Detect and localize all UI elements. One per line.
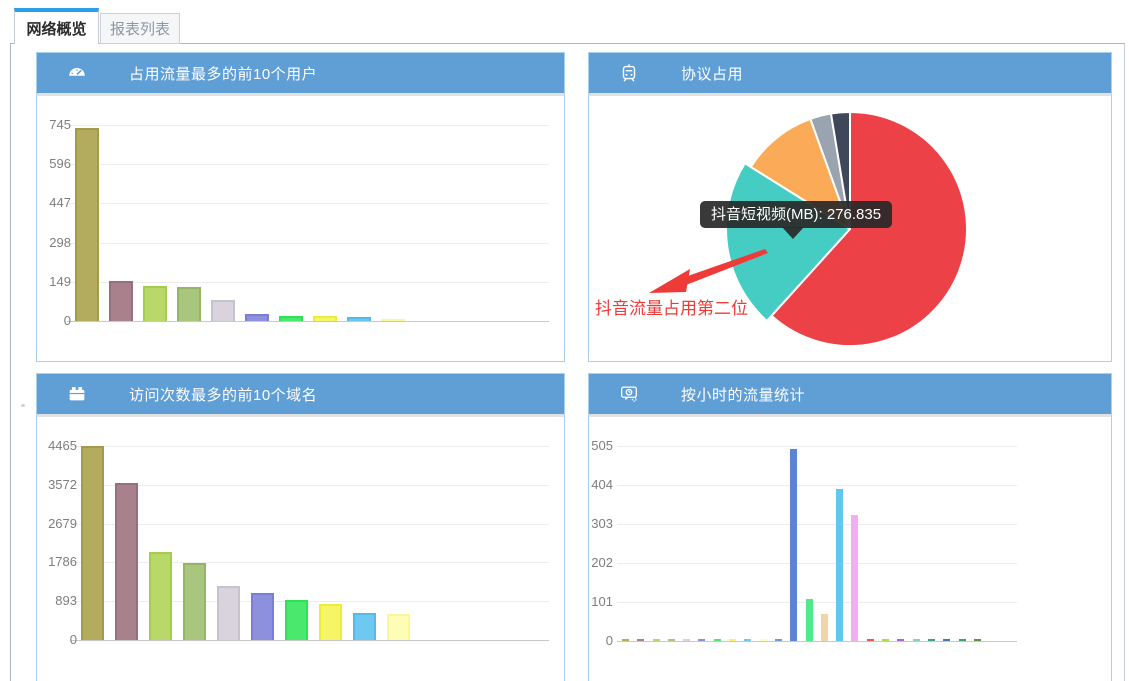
bar[interactable] <box>177 287 201 321</box>
y-axis-tick-label: 596 <box>37 156 71 172</box>
y-axis-tick-label: 0 <box>37 632 77 648</box>
panel-header: 按小时的流量统计 <box>589 374 1111 417</box>
bar[interactable] <box>75 128 99 321</box>
y-axis-tick-label: 447 <box>37 195 71 211</box>
panel-top-domains: 访问次数最多的前10个域名 0 893 1786 2679 3572 4465 <box>36 373 565 681</box>
panel-title: 占用流量最多的前10个用户 <box>129 63 317 84</box>
gridline <box>67 321 549 322</box>
pie-tooltip: 抖音短视频(MB): 276.835 <box>700 201 892 228</box>
bar[interactable] <box>217 586 240 640</box>
bar[interactable] <box>285 600 308 640</box>
y-axis-tick-label: 404 <box>589 477 613 493</box>
dashboard-page: 网络概览 报表列表 占用流量最多的前10个用户 0 149 298 447 596 745 <box>0 0 1129 681</box>
bar[interactable] <box>790 449 797 641</box>
panel-header: 占用流量最多的前10个用户 <box>37 53 564 96</box>
y-axis-tick-label: 303 <box>589 516 613 532</box>
y-axis-tick-label: 0 <box>37 313 71 329</box>
bar[interactable] <box>928 639 935 641</box>
bar[interactable] <box>109 281 133 321</box>
calendar-icon <box>65 382 89 406</box>
train-icon <box>617 61 641 85</box>
panel-protocol: 协议占用 抖音短视频(MB): 276.835 抖音流量占用第二位 <box>588 52 1112 362</box>
bars-group <box>75 125 405 321</box>
bars-group <box>622 446 981 641</box>
y-axis-tick-label: 3572 <box>37 477 77 493</box>
y-axis-tick-label: 0 <box>589 633 613 649</box>
y-axis-tick-label: 505 <box>589 438 613 454</box>
panel-hourly-traffic: 按小时的流量统计 0 101 202 303 404 505 <box>588 373 1112 681</box>
decoration-dot <box>21 404 25 407</box>
panel-title: 协议占用 <box>681 63 743 84</box>
bar[interactable] <box>637 639 644 641</box>
panel-header: 协议占用 <box>589 53 1111 96</box>
bar[interactable] <box>943 639 950 641</box>
bar[interactable] <box>959 639 966 641</box>
bar[interactable] <box>714 639 721 641</box>
protocol-pie-chart[interactable] <box>589 96 1111 361</box>
top-domains-bar-chart[interactable]: 0 893 1786 2679 3572 4465 <box>37 417 564 681</box>
bar[interactable] <box>760 639 767 641</box>
bar[interactable] <box>81 446 104 640</box>
bar[interactable] <box>821 614 828 641</box>
top-users-bar-chart[interactable]: 0 149 298 447 596 745 <box>37 96 564 361</box>
bar[interactable] <box>381 319 405 321</box>
bar[interactable] <box>387 614 410 640</box>
bar[interactable] <box>319 604 342 640</box>
y-axis-tick-label: 101 <box>589 594 613 610</box>
bar[interactable] <box>149 552 172 640</box>
panel-header: 访问次数最多的前10个域名 <box>37 374 564 417</box>
bar[interactable] <box>115 483 138 640</box>
bar[interactable] <box>653 639 660 641</box>
bar[interactable] <box>867 639 874 641</box>
panel-top-users: 占用流量最多的前10个用户 0 149 298 447 596 745 <box>36 52 565 362</box>
tab-network-overview[interactable]: 网络概览 <box>14 8 99 44</box>
pie-tooltip-text: 抖音短视频(MB): 276.835 <box>711 206 881 223</box>
bar[interactable] <box>251 593 274 640</box>
bars-group <box>81 446 410 640</box>
bar[interactable] <box>683 639 690 641</box>
bar[interactable] <box>913 639 920 641</box>
bar[interactable] <box>668 639 675 641</box>
bar[interactable] <box>353 613 376 640</box>
bar[interactable] <box>183 563 206 640</box>
bar[interactable] <box>245 314 269 321</box>
hourly-bar-chart[interactable]: 0 101 202 303 404 505 <box>589 417 1111 681</box>
bar[interactable] <box>622 639 629 641</box>
bar[interactable] <box>775 639 782 641</box>
bar[interactable] <box>974 639 981 641</box>
bar[interactable] <box>851 515 858 641</box>
bar[interactable] <box>882 639 889 641</box>
bar[interactable] <box>806 599 813 641</box>
annotation-text: 抖音流量占用第二位 <box>595 294 748 319</box>
bar[interactable] <box>211 300 235 321</box>
y-axis-tick-label: 745 <box>37 117 71 133</box>
panel-title: 按小时的流量统计 <box>681 384 805 405</box>
bar[interactable] <box>698 639 705 641</box>
bar[interactable] <box>836 489 843 641</box>
y-axis-tick-label: 298 <box>37 235 71 251</box>
tab-label: 报表列表 <box>110 18 170 39</box>
tab-label: 网络概览 <box>26 18 86 39</box>
gauge-icon <box>65 61 89 85</box>
bar[interactable] <box>279 316 303 321</box>
y-axis-tick-label: 1786 <box>37 554 77 570</box>
gridline <box>617 641 1017 642</box>
bar[interactable] <box>347 317 371 321</box>
tab-report-list[interactable]: 报表列表 <box>100 13 180 44</box>
bar[interactable] <box>744 639 751 641</box>
y-axis-tick-label: 4465 <box>37 438 77 454</box>
y-axis-tick-label: 893 <box>37 593 77 609</box>
y-axis-tick-label: 149 <box>37 274 71 290</box>
bar[interactable] <box>313 316 337 321</box>
bar[interactable] <box>729 639 736 641</box>
bar[interactable] <box>143 286 167 321</box>
chat-gear-icon <box>617 382 641 406</box>
tooltip-pointer-icon <box>782 227 804 239</box>
panel-title: 访问次数最多的前10个域名 <box>129 384 317 405</box>
y-axis-tick-label: 2679 <box>37 516 77 532</box>
gridline <box>71 640 549 641</box>
bar[interactable] <box>897 639 904 641</box>
y-axis-tick-label: 202 <box>589 555 613 571</box>
